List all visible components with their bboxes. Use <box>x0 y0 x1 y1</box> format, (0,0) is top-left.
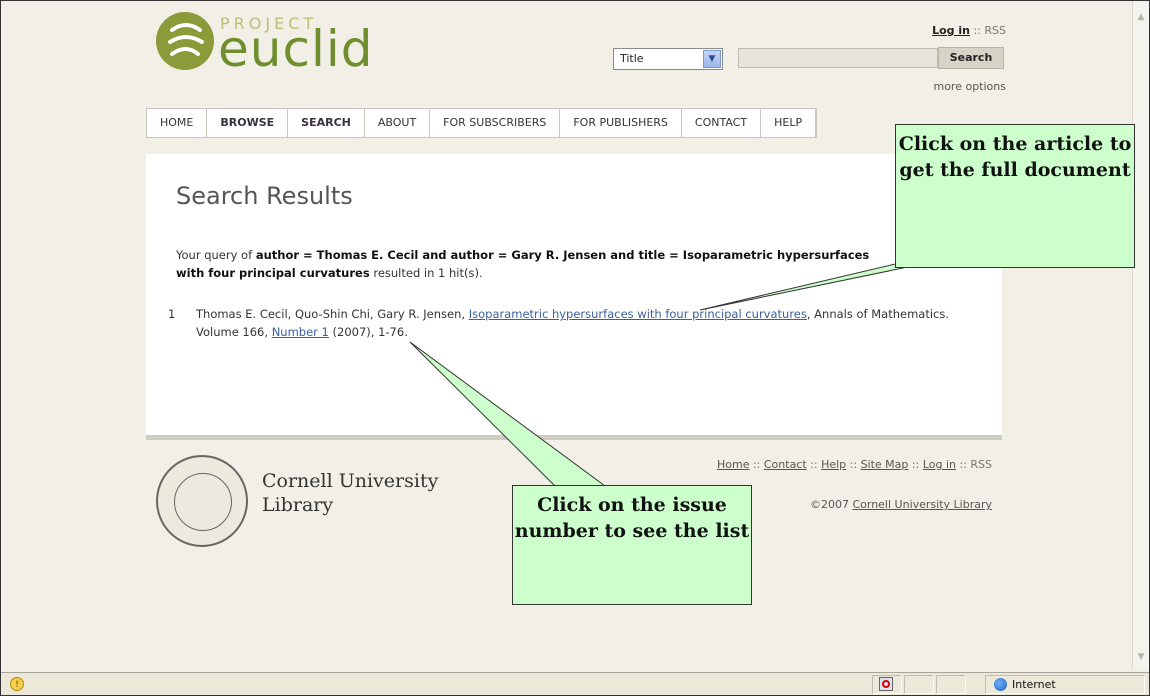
callout-issue-pointer <box>409 341 607 487</box>
callout-issue: Click on the issue number to see the lis… <box>512 485 752 605</box>
callout-article: Click on the article to get the full doc… <box>895 124 1135 268</box>
